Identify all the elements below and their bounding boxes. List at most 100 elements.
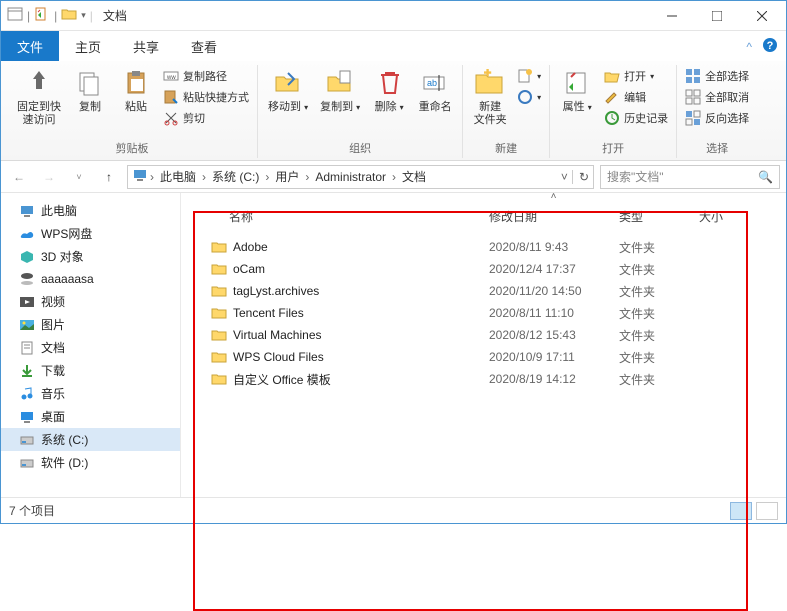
open-button[interactable]: 打开 ▾ <box>602 67 670 85</box>
nav-recent-button[interactable]: ˅ <box>67 165 91 189</box>
file-row[interactable]: WPS Cloud Files2020/10/9 17:11文件夹 <box>189 346 778 368</box>
address-bar[interactable]: › 此电脑 › 系统 (C:) › 用户 › Administrator › 文… <box>127 165 594 189</box>
file-type: 文件夹 <box>619 349 699 366</box>
nav-up-button[interactable]: ↑ <box>97 165 121 189</box>
col-size[interactable]: 大小 <box>699 208 759 225</box>
file-row[interactable]: Tencent Files2020/8/11 11:10文件夹 <box>189 302 778 324</box>
address-row: ← → ˅ ↑ › 此电脑 › 系统 (C:) › 用户 › Administr… <box>1 161 786 193</box>
breadcrumb[interactable]: 系统 (C:) <box>208 168 263 185</box>
address-dropdown-icon[interactable]: ˅ <box>557 170 572 184</box>
file-name: WPS Cloud Files <box>233 350 489 364</box>
nav-3d[interactable]: 3D 对象 <box>1 245 180 268</box>
tab-view[interactable]: 查看 <box>175 31 233 61</box>
nav-forward-button[interactable]: → <box>37 165 61 189</box>
file-date: 2020/10/9 17:11 <box>489 350 619 364</box>
app-icon <box>7 6 23 25</box>
file-row[interactable]: oCam2020/12/4 17:37文件夹 <box>189 258 778 280</box>
crumb-sep-icon[interactable]: › <box>148 170 156 184</box>
file-type: 文件夹 <box>619 305 699 322</box>
file-row[interactable]: tagLyst.archives2020/11/20 14:50文件夹 <box>189 280 778 302</box>
file-name: Adobe <box>233 240 489 254</box>
nav-wps[interactable]: WPS网盘 <box>1 222 180 245</box>
tab-share[interactable]: 共享 <box>117 31 175 61</box>
file-name: oCam <box>233 262 489 276</box>
file-name: tagLyst.archives <box>233 284 489 298</box>
ribbon-group-new: 新建 文件夹 ▾ ▾ 新建 <box>463 65 550 158</box>
maximize-button[interactable] <box>694 1 739 31</box>
new-folder-button[interactable]: 新建 文件夹 <box>469 65 511 129</box>
minimize-button[interactable] <box>649 1 694 31</box>
col-name[interactable]: 名称 <box>229 208 489 225</box>
breadcrumb[interactable]: 文档 <box>398 168 430 185</box>
file-name: Virtual Machines <box>233 328 489 342</box>
file-type: 文件夹 <box>619 283 699 300</box>
nav-this-pc[interactable]: 此电脑 <box>1 199 180 222</box>
qat-dropdown-icon[interactable]: ▾ <box>81 10 86 21</box>
invert-selection-button[interactable]: 反向选择 <box>683 109 751 127</box>
file-type: 文件夹 <box>619 371 699 388</box>
nav-videos[interactable]: 视频 <box>1 290 180 313</box>
select-all-button[interactable]: 全部选择 <box>683 67 751 85</box>
ribbon-tabs: 文件 主页 共享 查看 ^ ? <box>1 31 786 61</box>
nav-drive-c[interactable]: 系统 (C:) <box>1 428 180 451</box>
easy-access-button[interactable]: ▾ <box>515 88 543 106</box>
help-icon[interactable]: ? <box>762 37 778 56</box>
history-button[interactable]: 历史记录 <box>602 109 670 127</box>
icons-view-button[interactable] <box>756 502 778 520</box>
properties-button[interactable]: 属性 ▾ <box>556 65 598 116</box>
file-name: Tencent Files <box>233 306 489 320</box>
ribbon-group-label: 剪贴板 <box>116 138 149 158</box>
breadcrumb[interactable]: 此电脑 <box>156 168 200 185</box>
refresh-button[interactable]: ↻ <box>572 170 589 184</box>
window-title: 文档 <box>103 7 127 24</box>
paste-shortcut-button[interactable]: 粘贴快捷方式 <box>161 88 251 106</box>
file-type: 文件夹 <box>619 261 699 278</box>
file-list: Adobe2020/8/11 9:43文件夹oCam2020/12/4 17:3… <box>189 232 778 390</box>
move-to-button[interactable]: 移动到 ▾ <box>264 65 312 116</box>
close-button[interactable] <box>739 1 784 31</box>
rename-button[interactable]: ab 重命名 <box>414 65 456 116</box>
ribbon-collapse-icon[interactable]: ^ <box>746 40 752 54</box>
search-input[interactable]: 搜索"文档" 🔍 <box>600 165 780 189</box>
col-type[interactable]: 类型 <box>619 208 699 225</box>
file-type: 文件夹 <box>619 239 699 256</box>
delete-button[interactable]: 删除 ▾ <box>368 65 410 116</box>
copy-to-button[interactable]: 复制到 ▾ <box>316 65 364 116</box>
copy-button[interactable]: 复制 <box>69 65 111 116</box>
svg-text:?: ? <box>767 40 774 52</box>
nav-item[interactable]: aaaaaasa <box>1 268 180 290</box>
nav-pictures[interactable]: 图片 <box>1 313 180 336</box>
file-date: 2020/8/11 9:43 <box>489 240 619 254</box>
tab-file[interactable]: 文件 <box>1 31 59 61</box>
qat-folder-icon[interactable] <box>61 6 77 25</box>
nav-music[interactable]: 音乐 <box>1 382 180 405</box>
file-row[interactable]: 自定义 Office 模板2020/8/19 14:12文件夹 <box>189 368 778 390</box>
nav-desktop[interactable]: 桌面 <box>1 405 180 428</box>
cut-button[interactable]: 剪切 <box>161 109 251 127</box>
svg-text:ww: ww <box>166 75 176 81</box>
nav-back-button[interactable]: ← <box>7 165 31 189</box>
navigation-pane[interactable]: 此电脑 WPS网盘 3D 对象 aaaaaasa 视频 图片 文档 下载 音乐 … <box>1 193 181 497</box>
file-row[interactable]: Adobe2020/8/11 9:43文件夹 <box>189 236 778 258</box>
tab-home[interactable]: 主页 <box>59 31 117 61</box>
search-icon: 🔍 <box>758 170 773 184</box>
file-type: 文件夹 <box>619 327 699 344</box>
nav-documents[interactable]: 文档 <box>1 336 180 359</box>
edit-button[interactable]: 编辑 <box>602 88 670 106</box>
select-none-button[interactable]: 全部取消 <box>683 88 751 106</box>
copy-path-button[interactable]: ww复制路径 <box>161 67 251 85</box>
paste-button[interactable]: 粘贴 <box>115 65 157 116</box>
col-date[interactable]: 修改日期 <box>489 208 619 225</box>
file-date: 2020/8/19 14:12 <box>489 372 619 386</box>
qat-properties-icon[interactable] <box>34 6 50 25</box>
breadcrumb[interactable]: Administrator <box>311 170 390 184</box>
nav-downloads[interactable]: 下载 <box>1 359 180 382</box>
details-view-button[interactable] <box>730 502 752 520</box>
file-list-pane[interactable]: ˄ 名称 修改日期 类型 大小 Adobe2020/8/11 9:43文件夹oC… <box>181 193 786 497</box>
pc-icon <box>132 167 148 186</box>
nav-drive-d[interactable]: 软件 (D:) <box>1 451 180 474</box>
pin-button[interactable]: 固定到快 速访问 <box>13 65 65 129</box>
breadcrumb[interactable]: 用户 <box>271 168 303 185</box>
new-item-button[interactable]: ▾ <box>515 67 543 85</box>
file-row[interactable]: Virtual Machines2020/8/12 15:43文件夹 <box>189 324 778 346</box>
